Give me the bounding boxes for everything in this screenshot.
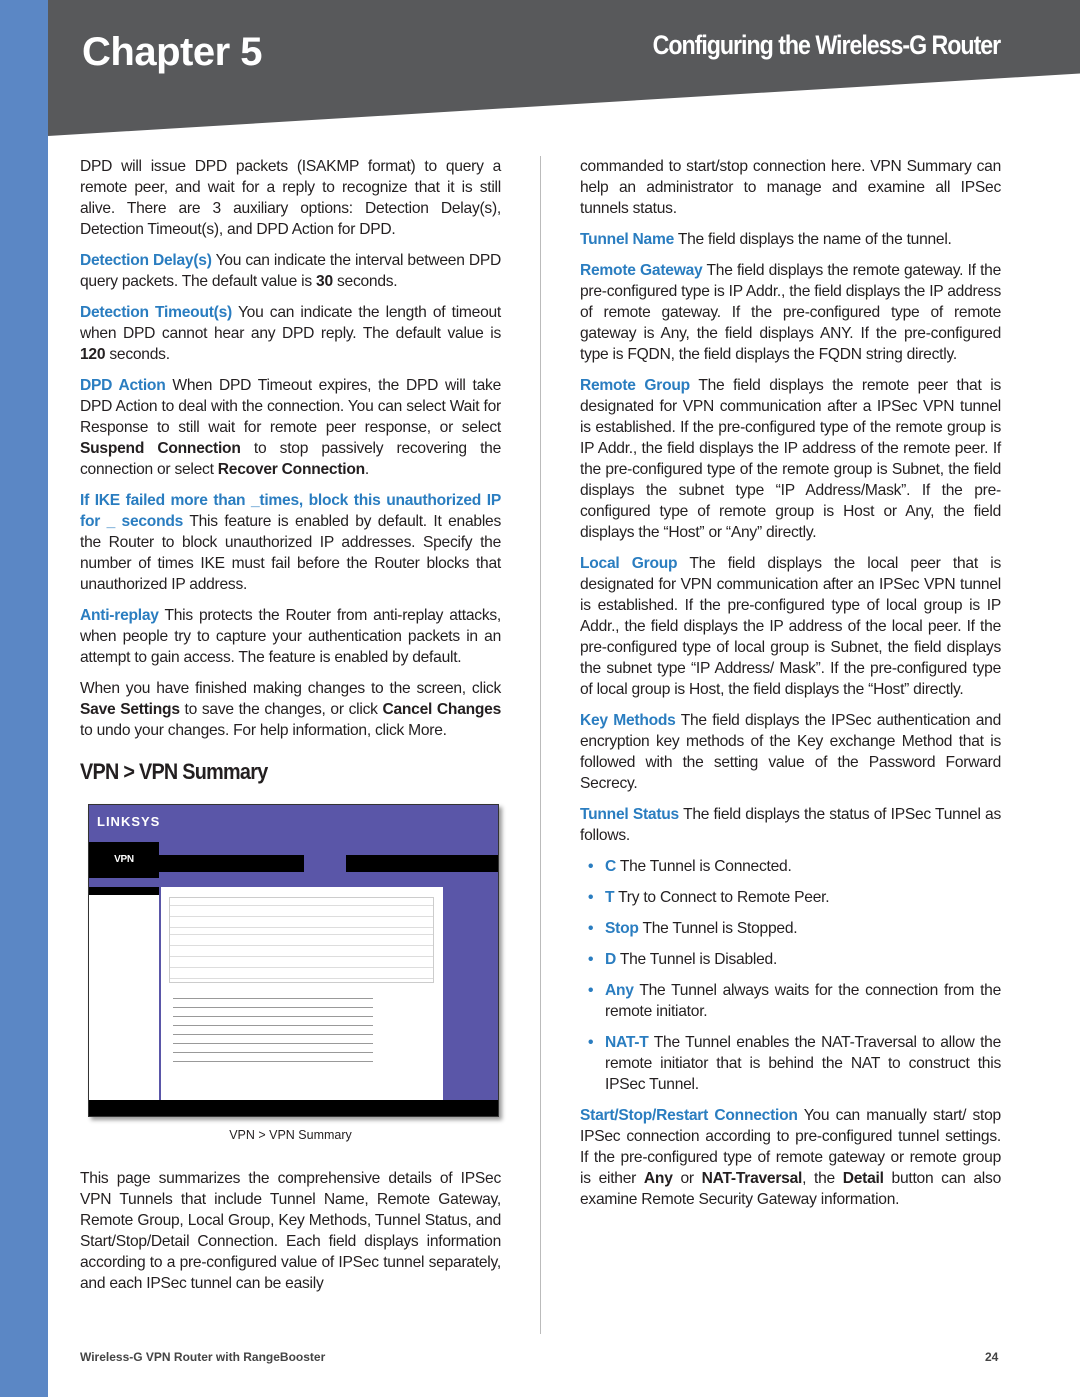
- side-menu: [89, 887, 159, 1100]
- chapter-title: Chapter 5: [82, 30, 263, 74]
- right-column: commanded to start/stop connection here.…: [580, 156, 1001, 1220]
- summary-table: [169, 897, 434, 983]
- body-text: Try to Connect to Remote Peer.: [614, 889, 830, 906]
- term-heading: Detection Timeout(s): [80, 304, 232, 321]
- body-text: The field displays the name of the tunne…: [674, 231, 952, 248]
- term-heading: Any: [605, 982, 634, 999]
- paragraph: Tunnel Name The field displays the name …: [580, 229, 1001, 250]
- linksys-logo: LINKSYS: [97, 814, 161, 829]
- body-text: The Tunnel always waits for the connecti…: [605, 982, 1001, 1020]
- body-text: The field displays the local peer that i…: [580, 555, 1001, 698]
- bold-text: Any: [643, 1170, 673, 1187]
- body-text: to save the changes, or click: [179, 701, 383, 718]
- body-text: , the: [802, 1170, 843, 1187]
- section-title: VPN > VPN Summary: [80, 759, 268, 784]
- term-heading: C: [605, 858, 617, 875]
- list-item: Stop The Tunnel is Stopped.: [580, 918, 1001, 939]
- nav-selected: [304, 855, 346, 872]
- figure-caption: VPN > VPN Summary: [229, 1128, 352, 1142]
- term-heading: Anti-replay: [80, 607, 159, 624]
- footer-bar: [89, 1100, 498, 1116]
- paragraph: Key Methods The field displays the IPSec…: [580, 710, 1001, 794]
- body-text: The field displays the remote peer that …: [580, 377, 1001, 541]
- body-text: The Tunnel enables the NAT-Traversal to …: [605, 1034, 1001, 1093]
- term-heading: Remote Gateway: [580, 262, 703, 279]
- term-heading: Local Group: [580, 555, 678, 572]
- list-item: D The Tunnel is Disabled.: [580, 949, 1001, 970]
- term-heading: DPD Action: [80, 377, 166, 394]
- body-text: The Tunnel is Stopped.: [638, 920, 798, 937]
- term-heading: Key Methods: [580, 712, 676, 729]
- term-heading: Tunnel Name: [580, 231, 675, 248]
- body-text: seconds.: [105, 346, 170, 363]
- tunnel-status-list: C The Tunnel is Connected.T Try to Conne…: [580, 856, 1001, 1095]
- term-heading: NAT-T: [605, 1034, 649, 1051]
- bold-text: Recover Connection: [217, 461, 365, 478]
- paragraph: Anti-replay This protects the Router fro…: [80, 605, 501, 668]
- body-text: This page summarizes the comprehensive d…: [80, 1170, 501, 1292]
- left-column: DPD will issue DPD packets (ISAKMP forma…: [80, 156, 501, 1304]
- paragraph: Detection Timeout(s) You can indicate th…: [80, 302, 501, 365]
- body-text: The Tunnel is Disabled.: [616, 951, 778, 968]
- bold-text: NAT-Traversal: [701, 1170, 803, 1187]
- list-item: T Try to Connect to Remote Peer.: [580, 887, 1001, 908]
- paragraph: DPD Action When DPD Timeout expires, the…: [80, 375, 501, 480]
- bold-text: Suspend Connection: [80, 440, 241, 457]
- paragraph: Remote Gateway The field displays the re…: [580, 260, 1001, 365]
- bold-text: Save Settings: [80, 701, 180, 718]
- help-panel: [445, 887, 498, 1100]
- body-text: commanded to start/stop connection here.…: [580, 158, 1001, 217]
- vpn-tab-label: VPN: [89, 842, 159, 878]
- term-heading: Start/Stop/Restart Connection: [580, 1107, 798, 1124]
- vpn-summary-screenshot: LINKSYS VPN: [88, 804, 499, 1117]
- paragraph: Detection Delay(s) You can indicate the …: [80, 250, 501, 292]
- body-text: or: [672, 1170, 702, 1187]
- term-heading: D: [605, 951, 617, 968]
- list-item: C The Tunnel is Connected.: [580, 856, 1001, 877]
- paragraph: If IKE failed more than _times, block th…: [80, 490, 501, 595]
- body-text: The Tunnel is Connected.: [616, 858, 792, 875]
- paragraph: Remote Group The field displays the remo…: [580, 375, 1001, 543]
- list-item: Any The Tunnel always waits for the conn…: [580, 980, 1001, 1022]
- column-divider: [540, 156, 541, 1334]
- term-heading: Detection Delay(s): [80, 252, 212, 269]
- body-text: When you have finished making changes to…: [80, 680, 501, 697]
- chapter-subtitle: Configuring the Wireless-G Router: [652, 30, 1001, 60]
- body-text: to undo your changes. For help informati…: [80, 722, 447, 739]
- paragraph: When you have finished making changes to…: [80, 678, 501, 741]
- body-text: DPD will issue DPD packets (ISAKMP forma…: [80, 158, 501, 238]
- paragraph: Start/Stop/Restart Connection You can ma…: [580, 1105, 1001, 1210]
- term-heading: Stop: [605, 920, 639, 937]
- body-text: .: [364, 461, 370, 478]
- paragraph: DPD will issue DPD packets (ISAKMP forma…: [80, 156, 501, 240]
- bold-text: Cancel Changes: [382, 701, 502, 718]
- page-number: 24: [985, 1350, 999, 1364]
- tunnel-status-legend: [173, 992, 373, 1067]
- term-heading: T: [605, 889, 615, 906]
- list-item: NAT-T The Tunnel enables the NAT-Travers…: [580, 1032, 1001, 1095]
- side-strip: [0, 0, 48, 1397]
- bold-text: Detail: [842, 1170, 884, 1187]
- term-heading: Tunnel Status: [580, 806, 679, 823]
- term-heading: Remote Group: [580, 377, 690, 394]
- footer-product: Wireless-G VPN Router with RangeBooster: [80, 1350, 326, 1364]
- bold-text: 30: [316, 273, 333, 290]
- paragraph: Local Group The field displays the local…: [580, 553, 1001, 700]
- bold-text: 120: [80, 346, 106, 363]
- paragraph: Tunnel Status The field displays the sta…: [580, 804, 1001, 846]
- body-text: seconds.: [332, 273, 398, 290]
- paragraph: commanded to start/stop connection here.…: [580, 156, 1001, 219]
- paragraph: This page summarizes the comprehensive d…: [80, 1168, 501, 1294]
- summary-panel: [161, 887, 443, 1100]
